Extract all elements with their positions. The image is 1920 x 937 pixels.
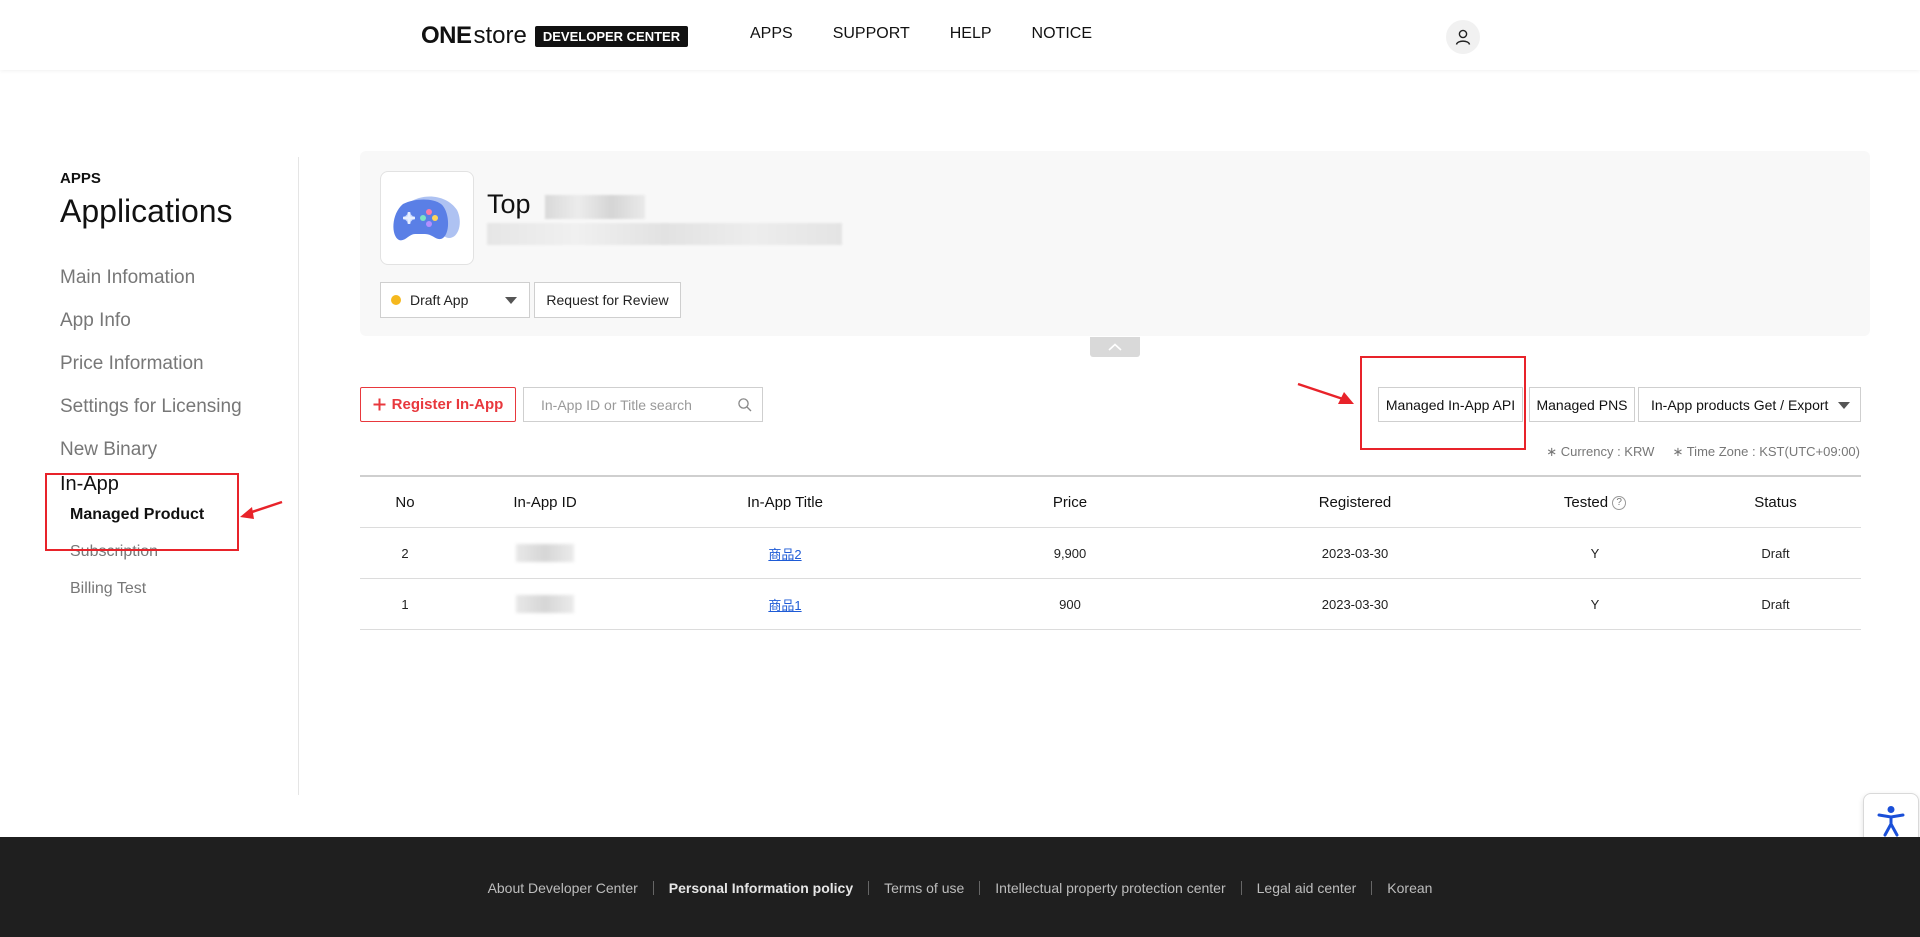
cell-in-app-title: 商品1 (640, 595, 930, 614)
cell-in-app-id (450, 544, 640, 562)
onestore-logo[interactable]: ONE store DEVELOPER CENTER (421, 22, 689, 50)
cell-in-app-id (450, 595, 640, 613)
cell-price: 900 (1059, 596, 1081, 612)
search-icon[interactable] (737, 397, 753, 413)
collapse-panel-button[interactable] (1090, 337, 1140, 357)
footer-link-terms[interactable]: Terms of use (868, 881, 979, 895)
user-account-button[interactable] (1446, 20, 1480, 54)
in-app-id-redacted (516, 595, 574, 613)
sidebar-subitem-billing-test[interactable]: Billing Test (60, 570, 300, 607)
cell-status: Draft (1761, 545, 1790, 561)
annotation-box-managed-api (1360, 356, 1526, 450)
accessibility-icon (1877, 806, 1905, 837)
register-in-app-button[interactable]: Register In-App (360, 387, 516, 422)
col-header-status: Status (1754, 493, 1797, 511)
cell-tested: Y (1590, 545, 1600, 561)
nav-help[interactable]: HELP (950, 25, 992, 43)
sidebar-item-new-binary[interactable]: New Binary (60, 428, 300, 471)
in-app-export-select[interactable]: In-App products Get / Export (1638, 387, 1861, 422)
annotation-box-in-app (45, 473, 239, 551)
currency-timezone-info: ∗ Currency : KRW ∗ Time Zone : KST(UTC+0… (1540, 444, 1860, 460)
table-row: 1 商品1 900 2023-03-30 Y Draft (360, 579, 1861, 630)
cell-registered: 2023-03-30 (1321, 596, 1389, 612)
chevron-up-icon (1108, 343, 1122, 351)
footer-link-language[interactable]: Korean (1371, 881, 1447, 895)
sidebar-item-settings-for-licensing[interactable]: Settings for Licensing (60, 385, 300, 428)
col-header-tested: Tested? (1500, 494, 1690, 511)
status-dot (391, 295, 401, 305)
user-icon (1455, 29, 1471, 45)
cell-price: 9,900 (1053, 545, 1087, 561)
nav-apps[interactable]: APPS (750, 25, 793, 43)
cell-registered: 2023-03-30 (1321, 545, 1389, 561)
developer-center-badge: DEVELOPER CENTER (534, 25, 689, 47)
app-name-redacted (545, 195, 645, 219)
register-in-app-label: Register In-App (391, 396, 504, 413)
cell-tested: Y (1590, 596, 1600, 612)
app-status-label: Draft App (410, 292, 469, 308)
in-app-title-link[interactable]: 商品1 (768, 598, 801, 613)
app-status-select[interactable]: Draft App (380, 282, 530, 318)
timezone-info: ∗ Time Zone : KST(UTC+09:00) (1672, 444, 1860, 459)
sidebar-item-main-information[interactable]: Main Infomation (60, 256, 300, 299)
search-box (523, 387, 763, 422)
main-nav: APPS SUPPORT HELP NOTICE (750, 25, 1092, 43)
col-header-no: No (395, 493, 415, 511)
nav-notice[interactable]: NOTICE (1032, 25, 1092, 43)
annotation-arrow-icon (1297, 382, 1354, 404)
footer-link-legal-aid[interactable]: Legal aid center (1240, 881, 1372, 895)
footer-links: About Developer Center Personal Informat… (0, 881, 1920, 895)
col-header-registered: Registered (1318, 493, 1392, 511)
request-review-button[interactable]: Request for Review (534, 282, 681, 318)
app-name: Top (487, 189, 531, 219)
app-icon (380, 171, 474, 265)
footer-link-ip-protection[interactable]: Intellectual property protection center (979, 881, 1240, 895)
sidebar-item-app-info[interactable]: App Info (60, 299, 300, 342)
help-icon[interactable]: ? (1612, 495, 1627, 510)
table-header-row: No In-App ID In-App Title Price Register… (360, 477, 1861, 528)
sidebar-divider (298, 157, 299, 795)
table-row: 2 商品2 9,900 2023-03-30 Y Draft (360, 528, 1861, 579)
currency-info: ∗ Currency : KRW (1546, 444, 1655, 459)
caret-down-icon (505, 297, 517, 304)
cell-in-app-title: 商品2 (640, 544, 930, 563)
managed-pns-button[interactable]: Managed PNS (1529, 387, 1635, 422)
col-header-price: Price (1052, 493, 1088, 511)
footer-link-about[interactable]: About Developer Center (473, 881, 653, 895)
in-app-id-redacted (516, 544, 574, 562)
sidebar-menu: Main Infomation App Info Price Informati… (60, 256, 300, 607)
col-header-in-app-id: In-App ID (513, 493, 577, 511)
gamepad-icon (393, 196, 460, 241)
col-header-in-app-title: In-App Title (747, 493, 823, 511)
caret-down-icon (1838, 402, 1850, 409)
top-header: ONE store DEVELOPER CENTER APPS SUPPORT … (0, 0, 1920, 70)
annotation-arrow-icon (240, 500, 283, 519)
cell-no: 1 (401, 596, 409, 612)
footer: About Developer Center Personal Informat… (0, 837, 1920, 937)
in-app-table: No In-App ID In-App Title Price Register… (360, 475, 1861, 630)
in-app-search-input[interactable] (541, 396, 731, 413)
sidebar-title: Applications (60, 193, 233, 229)
nav-support[interactable]: SUPPORT (833, 25, 910, 43)
col-header-tested-label: Tested (1563, 493, 1609, 511)
app-summary-panel: Top Draft App Request for Review (360, 151, 1870, 336)
in-app-export-label: In-App products Get / Export (1651, 396, 1829, 413)
sidebar-section-label: APPS (60, 170, 101, 187)
app-package-redacted (487, 223, 842, 245)
logo-one-text: ONE (421, 22, 472, 49)
footer-link-privacy-policy[interactable]: Personal Information policy (652, 881, 868, 895)
cell-status: Draft (1761, 596, 1790, 612)
logo-store-text: store (473, 22, 527, 49)
cell-no: 2 (401, 545, 409, 561)
plus-icon (373, 398, 386, 411)
sidebar-item-price-information[interactable]: Price Information (60, 342, 300, 385)
in-app-title-link[interactable]: 商品2 (768, 547, 801, 562)
